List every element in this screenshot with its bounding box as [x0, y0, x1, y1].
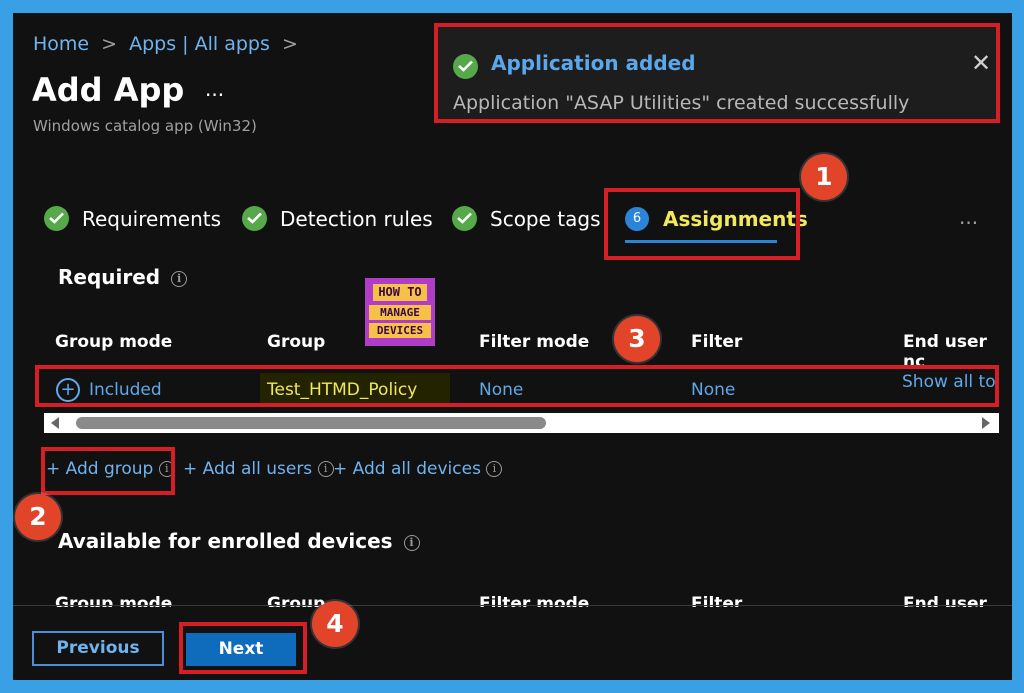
- available-heading-text: Available for enrolled devices: [58, 529, 393, 553]
- required-heading: Required i: [58, 265, 188, 289]
- callout-3: 3: [614, 316, 660, 362]
- info-icon[interactable]: i: [171, 270, 188, 287]
- horizontal-scrollbar[interactable]: [44, 413, 999, 433]
- detection-rules-check-icon: [242, 206, 267, 231]
- requirements-check-icon: [44, 206, 69, 231]
- scroll-right-icon[interactable]: [982, 417, 990, 429]
- toast-highlight: [434, 23, 1000, 123]
- breadcrumb-home[interactable]: Home: [33, 33, 89, 55]
- tab-detection-rules[interactable]: Detection rules: [280, 207, 433, 231]
- available-heading: Available for enrolled devices i: [58, 529, 420, 553]
- breadcrumb: Home > Apps | All apps >: [33, 33, 298, 55]
- scroll-thumb[interactable]: [76, 417, 546, 429]
- callout-2: 2: [15, 494, 61, 540]
- required-heading-text: Required: [58, 265, 161, 289]
- callout-4: 4: [312, 601, 358, 647]
- column-header-group-mode: Group mode: [55, 332, 173, 352]
- column-header-filter-mode: Filter mode: [479, 332, 590, 352]
- logo-line-2: MANAGE: [369, 305, 431, 320]
- logo-line-3: DEVICES: [369, 323, 431, 338]
- previous-button[interactable]: Previous: [32, 631, 164, 666]
- page-subtitle: Windows catalog app (Win32): [33, 117, 257, 135]
- add-all-users-link[interactable]: + Add all users i: [183, 459, 334, 479]
- footer-divider: [13, 605, 1012, 606]
- chevron-right-icon: >: [101, 33, 118, 55]
- info-icon[interactable]: i: [317, 461, 334, 477]
- scroll-left-icon[interactable]: [51, 417, 59, 429]
- tab-requirements[interactable]: Requirements: [82, 207, 221, 231]
- tabs-more-button[interactable]: ...: [959, 205, 978, 229]
- next-button-highlight: [179, 622, 307, 674]
- column-header-filter: Filter: [691, 332, 743, 352]
- add-all-devices-label[interactable]: + Add all devices: [333, 459, 481, 479]
- scope-tags-check-icon: [452, 206, 477, 231]
- app-window: Home > Apps | All apps > Add App ... Win…: [13, 13, 1012, 680]
- chevron-right-icon: >: [281, 33, 298, 55]
- add-all-users-label[interactable]: + Add all users: [183, 459, 312, 479]
- how-to-manage-devices-logo: HOW TO MANAGE DEVICES: [365, 278, 435, 346]
- info-icon[interactable]: i: [486, 461, 503, 477]
- assignments-tab-highlight: [604, 188, 800, 260]
- page-title: Add App: [32, 71, 185, 109]
- add-all-devices-link[interactable]: + Add all devices i: [333, 459, 503, 479]
- breadcrumb-apps[interactable]: Apps | All apps: [129, 33, 270, 55]
- callout-1: 1: [801, 154, 847, 200]
- row-highlight: [35, 365, 999, 407]
- more-options-button[interactable]: ...: [205, 77, 224, 101]
- add-group-highlight: [41, 447, 175, 495]
- logo-line-1: HOW TO: [373, 284, 427, 301]
- tab-scope-tags[interactable]: Scope tags: [490, 207, 601, 231]
- column-header-group: Group: [267, 332, 326, 352]
- info-icon[interactable]: i: [403, 534, 420, 551]
